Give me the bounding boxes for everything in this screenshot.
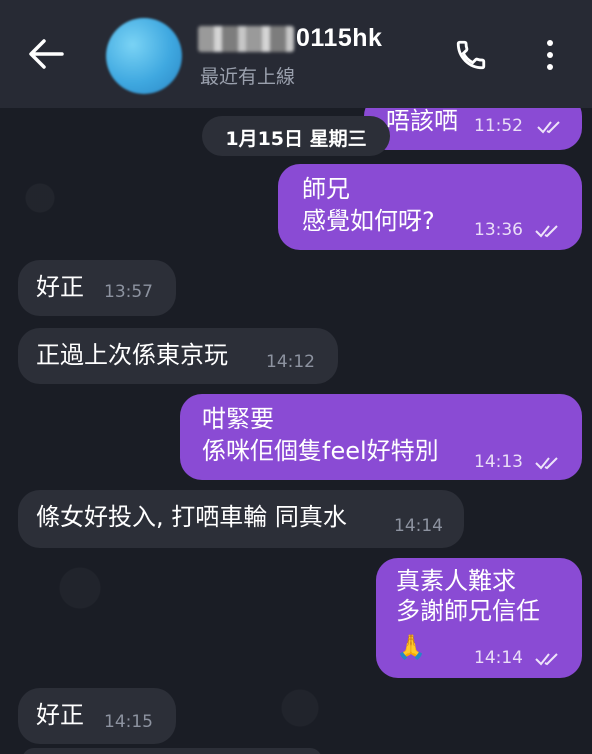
message-text: 師兄 — [302, 175, 350, 203]
pray-emoji-icon: 🙏 — [396, 633, 426, 661]
message-incoming[interactable]: 好正 13:57 — [18, 260, 176, 316]
message-time: 13:57 — [104, 282, 153, 302]
message-text: 正過上次係東京玩 — [36, 341, 228, 369]
more-vert-icon[interactable] — [542, 38, 558, 72]
message-list[interactable]: 唔該哂 11:52 1月15日 星期三 師兄 感覺如何呀? 13:36 好正 1… — [0, 108, 592, 754]
message-text: 咁緊要 — [202, 405, 274, 433]
message-text: 條女好投入, 打哂車輪 同真水 — [36, 503, 347, 531]
message-incoming[interactable]: 好正 14:15 — [18, 688, 176, 744]
double-check-icon — [537, 121, 560, 134]
message-incoming[interactable]: 正過上次係東京玩 14:12 — [18, 328, 338, 384]
message-incoming[interactable]: 條女好投入, 打哂車輪 同真水 14:14 — [18, 490, 464, 548]
message-time: 14:14 — [474, 648, 523, 668]
contact-name-redaction — [198, 26, 294, 52]
double-check-icon — [535, 457, 558, 470]
date-separator: 1月15日 星期三 — [202, 116, 390, 156]
double-check-icon — [535, 225, 558, 238]
message-text: 好正 — [36, 701, 84, 729]
message-outgoing[interactable]: 真素人難求 多謝師兄信任 🙏 14:14 — [376, 558, 582, 678]
message-time: 11:52 — [474, 116, 523, 136]
message-time: 14:15 — [104, 712, 153, 732]
message-outgoing[interactable]: 唔該哂 11:52 — [364, 108, 582, 150]
chat-header: 0115hk 最近有上線 — [0, 0, 592, 108]
message-text: 係咪佢個隻feel好特別 — [202, 437, 439, 465]
message-time: 14:13 — [474, 452, 523, 472]
message-text: 好正 — [36, 273, 84, 301]
message-time: 13:36 — [474, 220, 523, 240]
date-separator-label: 1月15日 星期三 — [225, 128, 367, 150]
contact-name[interactable]: 0115hk — [296, 24, 382, 53]
back-arrow-icon[interactable] — [26, 36, 66, 72]
contact-status: 最近有上線 — [200, 66, 296, 88]
double-check-icon — [535, 653, 558, 666]
phone-icon[interactable] — [454, 38, 488, 72]
message-text: 唔該哂 — [386, 108, 458, 135]
avatar[interactable] — [106, 18, 182, 94]
message-text: 感覺如何呀? — [302, 207, 435, 235]
message-time: 14:12 — [266, 352, 315, 372]
message-text: 多謝師兄信任 — [396, 597, 540, 625]
message-text: 真素人難求 — [396, 567, 516, 595]
next-message-edge — [22, 748, 322, 754]
message-outgoing[interactable]: 師兄 感覺如何呀? 13:36 — [278, 164, 582, 250]
message-time: 14:14 — [394, 516, 443, 536]
message-outgoing[interactable]: 咁緊要 係咪佢個隻feel好特別 14:13 — [180, 394, 582, 480]
